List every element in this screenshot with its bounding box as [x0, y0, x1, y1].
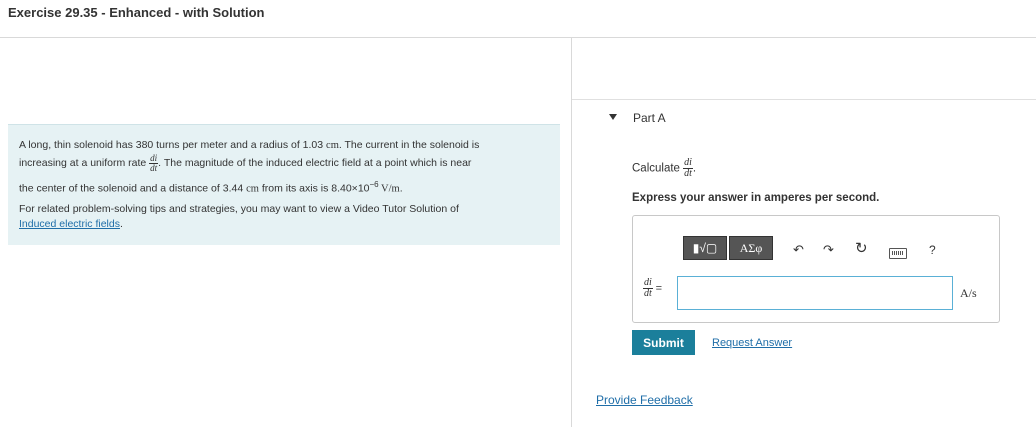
di-dt-fraction: di dt	[683, 158, 693, 179]
page-title: Exercise 29.35 - Enhanced - with Solutio…	[8, 5, 265, 20]
problem-text: . The magnitude of the induced electric …	[158, 157, 472, 169]
tips-link-line: Induced electric fields.	[19, 217, 123, 231]
exponent: −6	[369, 180, 379, 189]
equals-sign: =	[655, 282, 662, 295]
answer-unit: A/s	[960, 286, 977, 300]
video-tutor-link[interactable]: Induced electric fields	[19, 218, 120, 230]
calculate-prompt: Calculate di dt.	[632, 158, 696, 179]
di-dt-fraction: di dt	[643, 278, 653, 299]
greek-symbols-button[interactable]: ΑΣφ	[729, 236, 773, 260]
unit-v-per-m: V/m	[378, 183, 400, 195]
problem-line-3: the center of the solenoid and a distanc…	[19, 174, 403, 200]
help-icon[interactable]: ?	[929, 243, 936, 257]
keyboard-icon[interactable]	[889, 248, 907, 259]
request-answer-link[interactable]: Request Answer	[712, 337, 792, 349]
calculate-text: Calculate	[632, 162, 684, 175]
problem-line-2: increasing at a uniform rate di dt. The m…	[19, 153, 471, 174]
part-a-header[interactable]: Part A	[572, 99, 1036, 150]
problem-text: A long, thin solenoid has 380 turns per …	[19, 139, 327, 151]
answer-lhs: di dt =	[643, 278, 662, 299]
unit-cm: cm	[246, 183, 259, 195]
column-divider	[571, 38, 572, 427]
answer-box: ▮√▢ ΑΣφ ↶ ↷ ↻ ? di dt = A/s	[632, 215, 1000, 323]
di-dt-fraction: di dt	[149, 153, 159, 173]
problem-text: the center of the solenoid and a distanc…	[19, 182, 247, 195]
redo-icon[interactable]: ↷	[823, 242, 834, 258]
fraction-denominator: dt	[684, 168, 692, 179]
templates-icon: ▮√▢	[692, 241, 718, 255]
greek-symbols-label: ΑΣφ	[739, 240, 763, 255]
part-a-label: Part A	[633, 111, 666, 125]
tips-line: For related problem-solving tips and str…	[19, 202, 459, 216]
caret-down-icon[interactable]	[609, 114, 617, 120]
provide-feedback-link[interactable]: Provide Feedback	[596, 393, 693, 407]
problem-statement: A long, thin solenoid has 380 turns per …	[8, 124, 560, 245]
unit-cm: cm	[326, 140, 339, 151]
problem-text: . The current in the solenoid is	[338, 139, 480, 151]
templates-button[interactable]: ▮√▢	[683, 236, 727, 260]
problem-text: from its axis is 8.40×10	[258, 182, 370, 195]
express-instruction: Express your answer in amperes per secon…	[632, 192, 880, 204]
fraction-denominator: dt	[644, 288, 652, 299]
tips-text: For related problem-solving tips and str…	[19, 203, 459, 215]
reset-icon[interactable]: ↻	[855, 239, 868, 257]
problem-text: .	[399, 182, 403, 195]
fraction-denominator: dt	[150, 162, 158, 173]
problem-text: increasing at a uniform rate	[19, 157, 150, 169]
header: Exercise 29.35 - Enhanced - with Solutio…	[0, 0, 1036, 38]
answer-input[interactable]	[677, 276, 953, 310]
submit-button[interactable]: Submit	[632, 330, 695, 355]
tips-text: .	[119, 218, 123, 230]
undo-icon[interactable]: ↶	[793, 242, 804, 258]
calculate-text: .	[692, 162, 697, 175]
